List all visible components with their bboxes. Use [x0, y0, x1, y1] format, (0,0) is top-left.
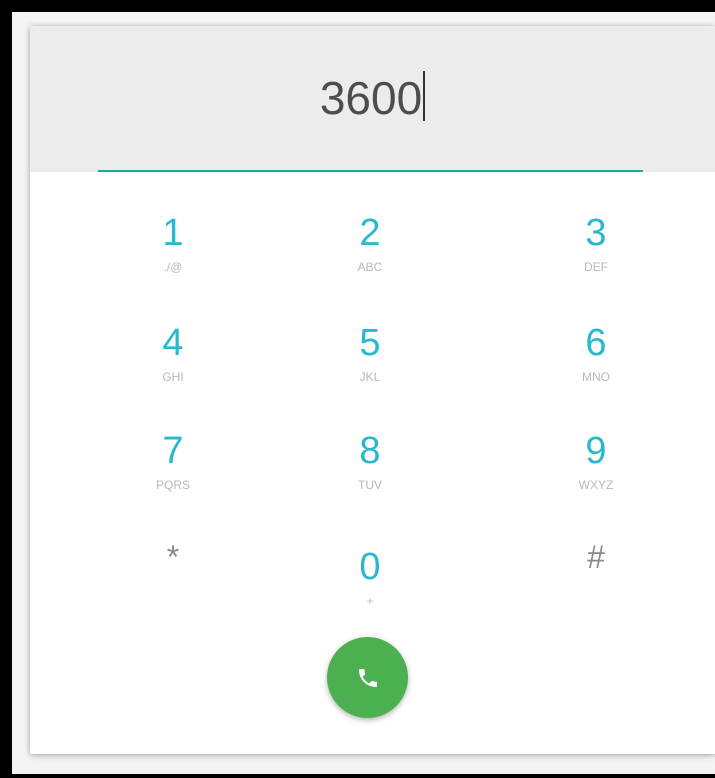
key-4[interactable]: 4 GHI — [113, 322, 233, 412]
key-7[interactable]: 7 PQRS — [113, 430, 233, 520]
key-digit: 4 — [162, 322, 184, 364]
key-digit: 7 — [162, 430, 184, 472]
key-letters: GHI — [162, 370, 184, 384]
key-digit: 1 — [162, 212, 184, 254]
key-letters: MNO — [582, 370, 610, 384]
key-letters: TUV — [358, 478, 382, 492]
key-0[interactable]: 0 + — [310, 546, 430, 636]
key-digit: 0 — [359, 546, 381, 588]
key-6[interactable]: 6 MNO — [536, 322, 656, 412]
key-2[interactable]: 2 ABC — [310, 212, 430, 302]
key-digit: 5 — [359, 322, 381, 364]
number-display-area: 3600 — [30, 26, 715, 172]
number-input[interactable]: 3600 — [30, 68, 715, 128]
input-underline — [98, 170, 643, 172]
key-5[interactable]: 5 JKL — [310, 322, 430, 412]
key-letters: JKL — [359, 370, 381, 384]
dialer-window: 3600 1 ./@ 2 ABC 3 DEF 4 GHI 5 JKL 6 MNO… — [12, 12, 715, 774]
key-letters: PQRS — [155, 478, 190, 492]
text-caret — [423, 71, 426, 121]
call-button[interactable] — [327, 637, 408, 718]
key-letters: ABC — [357, 260, 383, 274]
phone-icon — [359, 669, 377, 687]
dialer-panel: 3600 1 ./@ 2 ABC 3 DEF 4 GHI 5 JKL 6 MNO… — [30, 26, 715, 754]
key-9[interactable]: 9 WXYZ — [536, 430, 656, 520]
key-letters: DEF — [584, 260, 608, 274]
key-digit: 9 — [585, 430, 607, 472]
key-8[interactable]: 8 TUV — [310, 430, 430, 520]
key-letters: WXYZ — [578, 478, 614, 492]
key-digit: 6 — [585, 322, 607, 364]
key-digit: 2 — [359, 212, 381, 254]
key-1[interactable]: 1 ./@ — [113, 212, 233, 302]
key-digit: 8 — [359, 430, 381, 472]
key-digit: * — [166, 539, 180, 575]
key-letters: + — [366, 594, 374, 608]
key-hash[interactable]: # — [536, 536, 656, 626]
key-star[interactable]: * — [113, 536, 233, 626]
key-digit: # — [587, 539, 605, 575]
key-digit: 3 — [585, 212, 607, 254]
key-3[interactable]: 3 DEF — [536, 212, 656, 302]
key-letters: ./@ — [163, 260, 183, 274]
number-value: 3600 — [319, 72, 423, 124]
